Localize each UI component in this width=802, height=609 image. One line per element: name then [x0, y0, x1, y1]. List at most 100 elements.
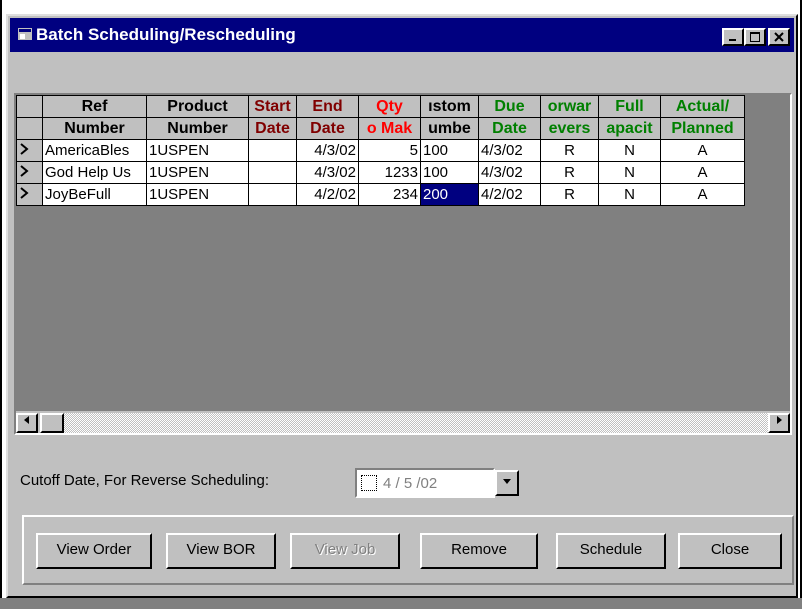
minimize-icon [729, 39, 736, 41]
close-button[interactable]: Close [678, 533, 782, 569]
row-selector-header [16, 117, 43, 140]
column-header-start-line2[interactable]: Date [248, 117, 297, 140]
cell-end[interactable]: 4/2/02 [296, 183, 359, 206]
cutoff-date-field[interactable]: 4 / 5 /02 [355, 468, 495, 498]
cell-start[interactable] [248, 183, 297, 206]
cell-qty[interactable]: 234 [358, 183, 421, 206]
header-product-line1: Product [167, 97, 228, 115]
triangle-right-icon [20, 165, 29, 177]
cell-end[interactable]: 4/3/02 [296, 161, 359, 184]
column-header-due[interactable]: Due [478, 95, 541, 118]
header-start-line2: Date [255, 119, 290, 137]
cell-start[interactable] [248, 161, 297, 184]
row-selector-header [16, 95, 43, 118]
cell-end[interactable]: 4/3/02 [296, 139, 359, 162]
horizontal-scrollbar[interactable] [16, 411, 790, 433]
cell-forward[interactable]: R [540, 139, 599, 162]
cell-ref[interactable]: God Help Us [42, 161, 147, 184]
cell-actual[interactable]: A [660, 161, 745, 184]
cell-product[interactable]: 1USPEN [146, 183, 249, 206]
header-full-line2: apacit [606, 119, 653, 137]
close-icon [774, 32, 784, 42]
cell-start[interactable] [248, 139, 297, 162]
cell-due[interactable]: 4/2/02 [478, 183, 541, 206]
minimize-button[interactable] [722, 28, 744, 46]
header-ref-line1: Ref [81, 97, 108, 115]
header-forward-line1: orwar [547, 97, 592, 115]
title-bar[interactable]: Batch Scheduling/Rescheduling [10, 18, 794, 52]
arrow-left-icon [24, 416, 29, 424]
column-header-actual[interactable]: Actual/ [660, 95, 745, 118]
column-header-forward-line2[interactable]: evers [540, 117, 599, 140]
window-title: Batch Scheduling/Rescheduling [36, 25, 296, 44]
cell-ref[interactable]: AmericaBles [42, 139, 147, 162]
bottom-bar [0, 598, 802, 609]
row-selector[interactable] [16, 161, 43, 184]
table-row[interactable]: God Help Us 1USPEN 4/3/02 1233 100 4/3/0… [16, 161, 745, 184]
table-row[interactable]: AmericaBles 1USPEN 4/3/02 5 100 4/3/02 R… [16, 139, 745, 162]
view-job-button[interactable]: View Job [290, 533, 400, 569]
cell-full[interactable]: N [598, 139, 661, 162]
column-header-start[interactable]: Start [248, 95, 297, 118]
table-row[interactable]: JoyBeFull 1USPEN 4/2/02 234 200 4/2/02 R… [16, 183, 745, 206]
header-actual-line1: Actual/ [675, 97, 730, 115]
column-header-ref[interactable]: Ref [42, 95, 147, 118]
cell-qty[interactable]: 1233 [358, 161, 421, 184]
cutoff-date-label: Cutoff Date, For Reverse Scheduling: [20, 472, 270, 489]
column-header-full[interactable]: Full [598, 95, 661, 118]
column-header-end-line2[interactable]: Date [296, 117, 359, 140]
cell-product[interactable]: 1USPEN [146, 139, 249, 162]
cell-product[interactable]: 1USPEN [146, 161, 249, 184]
cell-actual[interactable]: A [660, 139, 745, 162]
cutoff-date-dropdown-button[interactable] [495, 470, 519, 496]
header-customer-line1: ıstom [428, 97, 471, 115]
column-header-customer-line2[interactable]: umbe [420, 117, 479, 140]
header-due-line1: Due [494, 97, 525, 115]
header-full-line1: Full [615, 97, 644, 115]
close-window-button[interactable] [768, 28, 790, 46]
maximize-icon [750, 32, 760, 42]
scroll-left-button[interactable] [16, 413, 38, 433]
scroll-thumb[interactable] [40, 413, 64, 433]
column-header-ref-line2[interactable]: Number [42, 117, 147, 140]
app-icon [18, 28, 32, 40]
cell-qty[interactable]: 5 [358, 139, 421, 162]
scroll-track[interactable] [40, 413, 768, 433]
triangle-right-icon [20, 187, 29, 199]
cell-forward[interactable]: R [540, 161, 599, 184]
cell-customer[interactable]: 100 [420, 161, 479, 184]
cell-full[interactable]: N [598, 161, 661, 184]
cell-full[interactable]: N [598, 183, 661, 206]
column-header-product[interactable]: Product [146, 95, 249, 118]
maximize-button[interactable] [744, 28, 766, 46]
column-header-product-line2[interactable]: Number [146, 117, 249, 140]
cutoff-date-checkbox[interactable] [361, 475, 377, 491]
column-header-due-line2[interactable]: Date [478, 117, 541, 140]
view-order-button[interactable]: View Order [36, 533, 152, 569]
row-selector[interactable] [16, 139, 43, 162]
row-selector[interactable] [16, 183, 43, 206]
schedule-button[interactable]: Schedule [556, 533, 666, 569]
triangle-right-icon [20, 143, 29, 155]
cutoff-date-picker[interactable]: 4 / 5 /02 [355, 468, 527, 502]
cell-due[interactable]: 4/3/02 [478, 161, 541, 184]
column-header-customer[interactable]: ıstom [420, 95, 479, 118]
cutoff-date-value: 4 / 5 /02 [383, 475, 438, 492]
header-qty-line2: o Mak [366, 119, 413, 137]
column-header-qty[interactable]: Qty [358, 95, 421, 118]
cell-customer-selected[interactable]: 200 [420, 183, 479, 206]
cell-forward[interactable]: R [540, 183, 599, 206]
schedule-grid[interactable]: Ref Product Start End Qty ıstom Due orwa… [14, 93, 792, 435]
column-header-full-line2[interactable]: apacit [598, 117, 661, 140]
column-header-qty-line2[interactable]: o Mak [358, 117, 421, 140]
cell-actual[interactable]: A [660, 183, 745, 206]
column-header-forward[interactable]: orwar [540, 95, 599, 118]
cell-ref[interactable]: JoyBeFull [42, 183, 147, 206]
remove-button[interactable]: Remove [420, 533, 538, 569]
cell-due[interactable]: 4/3/02 [478, 139, 541, 162]
view-bor-button[interactable]: View BOR [166, 533, 276, 569]
scroll-right-button[interactable] [768, 413, 790, 433]
column-header-end[interactable]: End [296, 95, 359, 118]
column-header-actual-line2[interactable]: Planned [660, 117, 745, 140]
cell-customer[interactable]: 100 [420, 139, 479, 162]
